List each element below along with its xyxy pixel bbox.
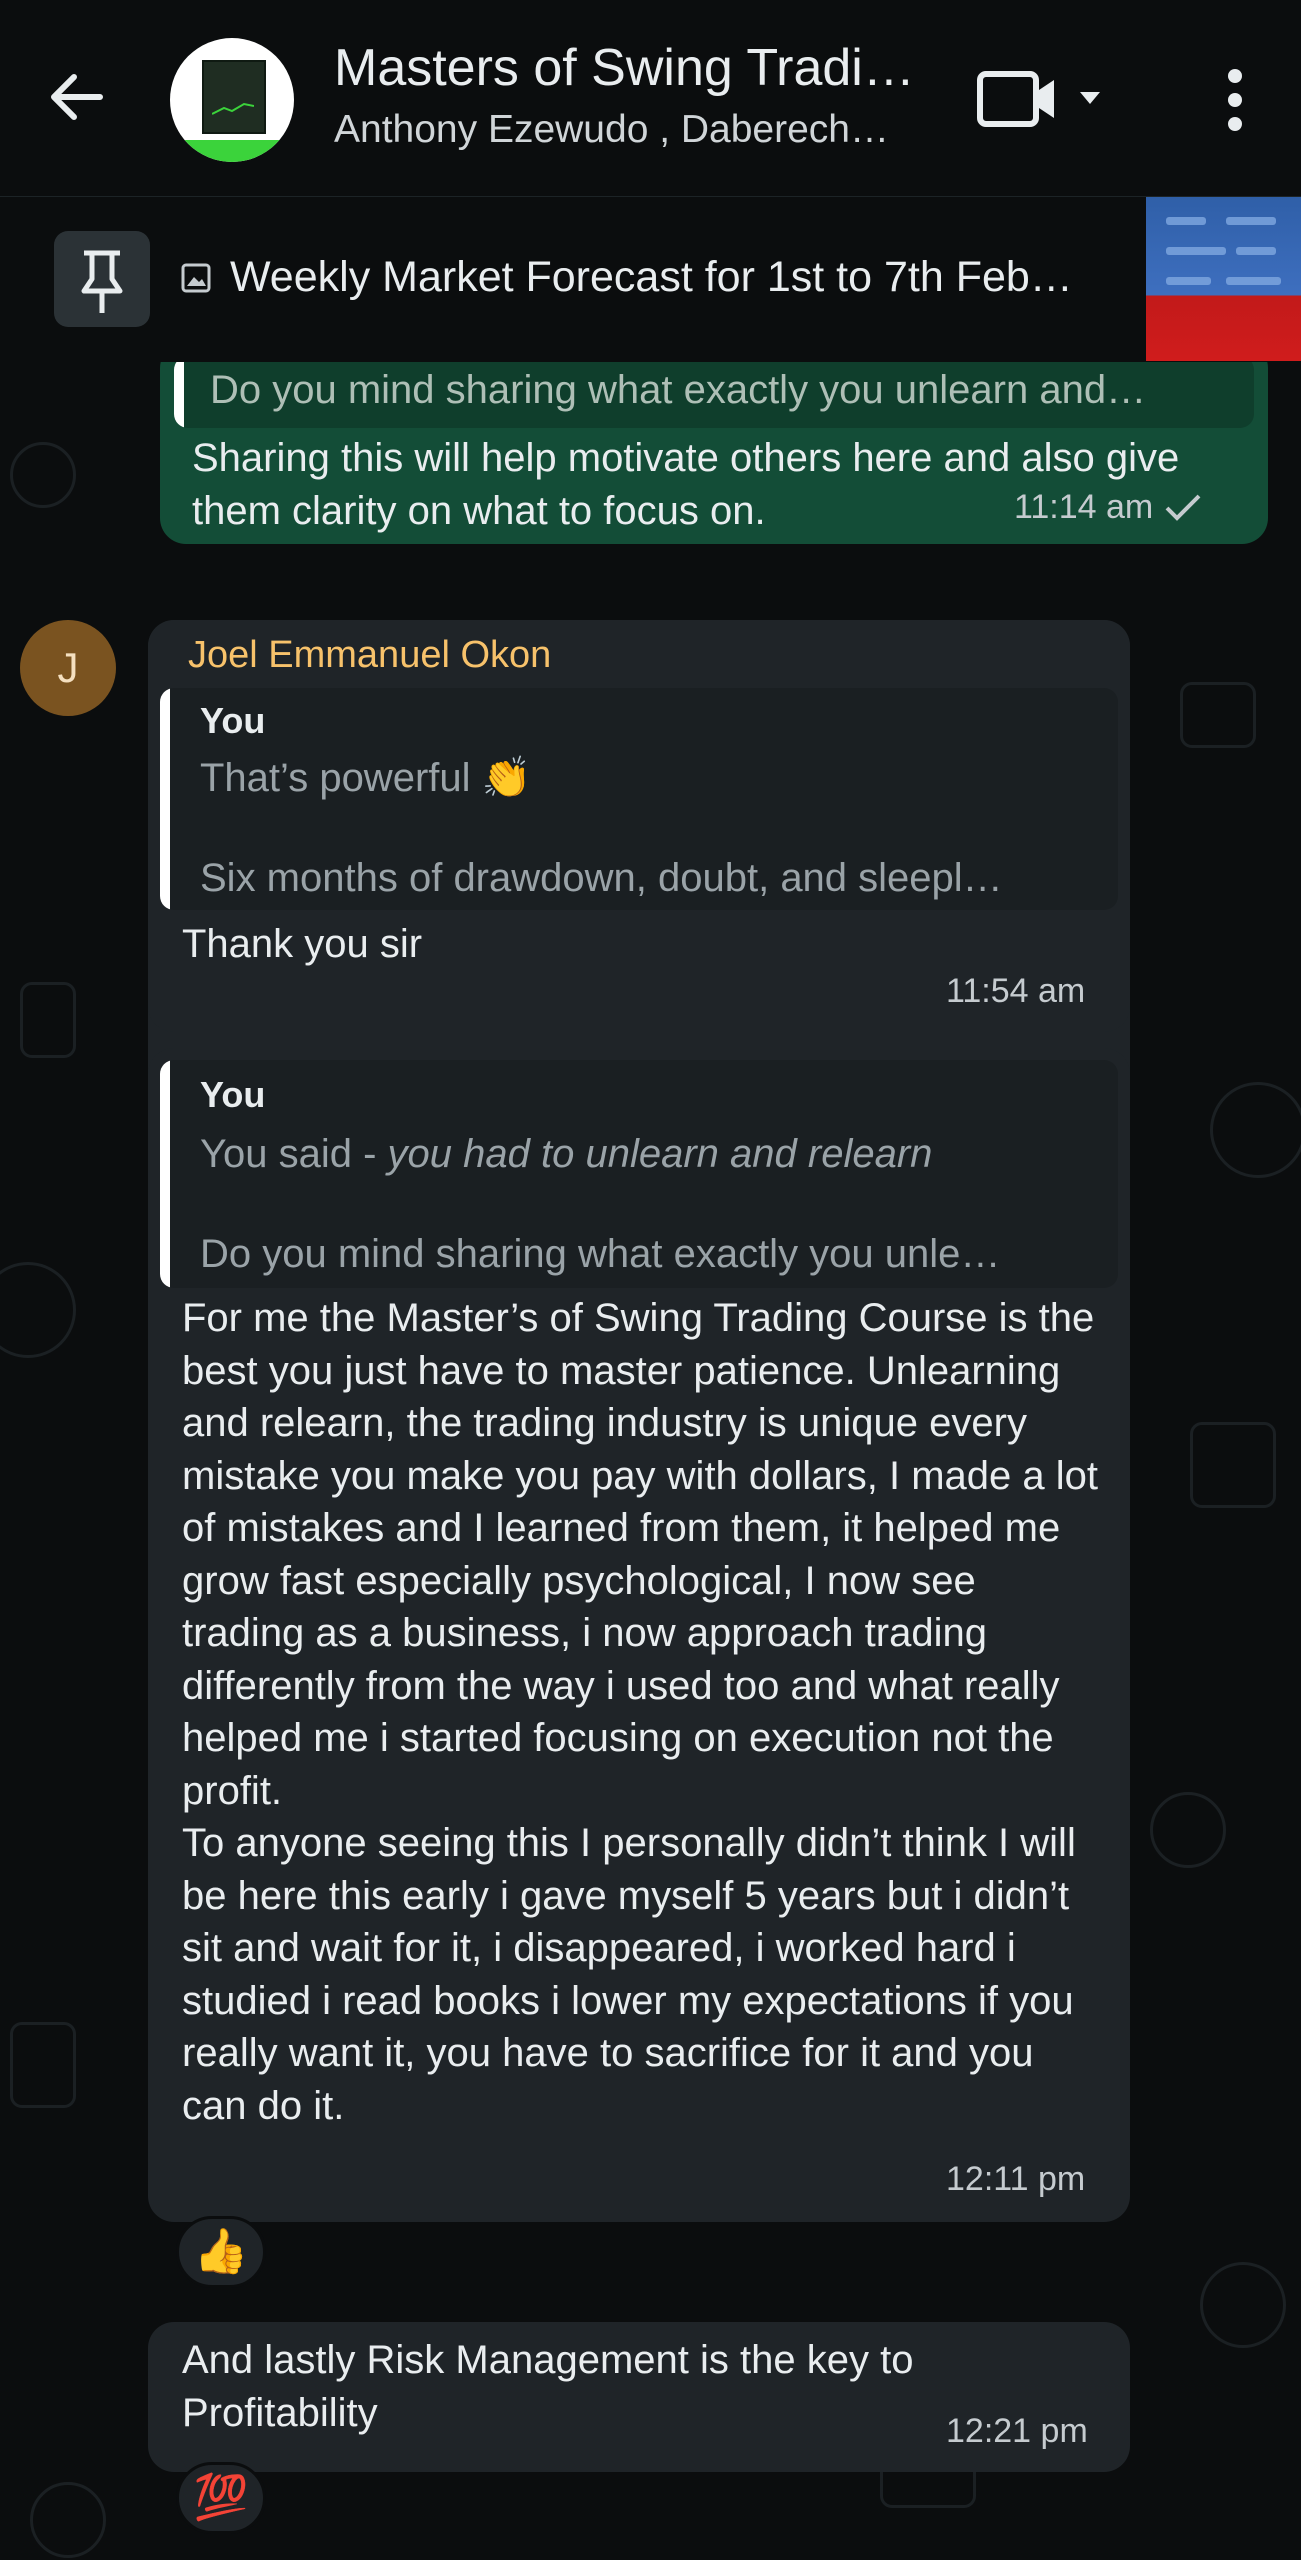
message-text: Thank you sir [182, 922, 423, 966]
quote-author: You [200, 1074, 266, 1115]
quote-author: You [200, 700, 266, 741]
image-icon [181, 263, 211, 292]
quoted-message[interactable]: Do you mind sharing what exactly you unl… [174, 362, 1254, 428]
reaction-thumbs-up[interactable]: 👍 [176, 2216, 266, 2288]
quoted-text: You said - you had to unlearn and relear… [200, 1132, 933, 1176]
pinned-thumbnail[interactable] [1146, 197, 1301, 361]
message-time: 12:21 pm [946, 2412, 1088, 2450]
reply-bubble[interactable]: Joel Emmanuel Okon You That’s powerful 👏… [148, 620, 1130, 1032]
message-text: And lastly Risk Management is the key to… [182, 2338, 914, 2435]
message-time: 11:14 am [1014, 488, 1203, 527]
sent-check-icon [1165, 494, 1201, 521]
group-title[interactable]: Masters of Swing Tradi… [334, 38, 915, 98]
message-text: For me the Master’s of Swing Trading Cou… [182, 1296, 1098, 2128]
more-options-icon[interactable] [1210, 62, 1260, 142]
message-time: 12:11 pm [946, 2160, 1086, 2198]
video-call-icon[interactable] [976, 62, 1104, 142]
chat-area[interactable]: Do you mind sharing what exactly you unl… [0, 362, 1301, 2560]
reaction-100[interactable]: 💯 [176, 2462, 266, 2534]
pin-icon[interactable] [54, 231, 150, 327]
quoted-text: Do you mind sharing what exactly you unl… [210, 368, 1147, 412]
sender-name[interactable]: Joel Emmanuel Okon [188, 634, 551, 677]
message-time: 11:54 am [946, 972, 1086, 1010]
back-arrow-icon[interactable] [42, 62, 112, 132]
group-avatar[interactable] [170, 38, 294, 162]
group-participants[interactable]: Anthony Ezewudo , Daberech… [334, 108, 889, 152]
quoted-text: That’s powerful 👏 [200, 756, 532, 800]
reply-bubble-long[interactable]: You You said - you had to unlearn and re… [148, 1048, 1130, 2222]
quoted-text-2: Do you mind sharing what exactly you unl… [200, 1232, 1001, 1276]
quoted-message[interactable]: You You said - you had to unlearn and re… [160, 1060, 1118, 1288]
message-outgoing[interactable]: Do you mind sharing what exactly you unl… [160, 362, 1268, 544]
quoted-message[interactable]: You That’s powerful 👏 Six months of draw… [160, 688, 1118, 910]
message-incoming-last[interactable]: And lastly Risk Management is the key to… [148, 2322, 1130, 2472]
quoted-text-2: Six months of drawdown, doubt, and sleep… [200, 856, 1003, 900]
pinned-message-bar[interactable]: Weekly Market Forecast for 1st to 7th Fe… [0, 196, 1301, 363]
pinned-message-text: Weekly Market Forecast for 1st to 7th Fe… [230, 253, 1073, 301]
chat-header: Masters of Swing Tradi… Anthony Ezewudo … [0, 0, 1301, 196]
sender-avatar[interactable]: J [20, 620, 116, 716]
